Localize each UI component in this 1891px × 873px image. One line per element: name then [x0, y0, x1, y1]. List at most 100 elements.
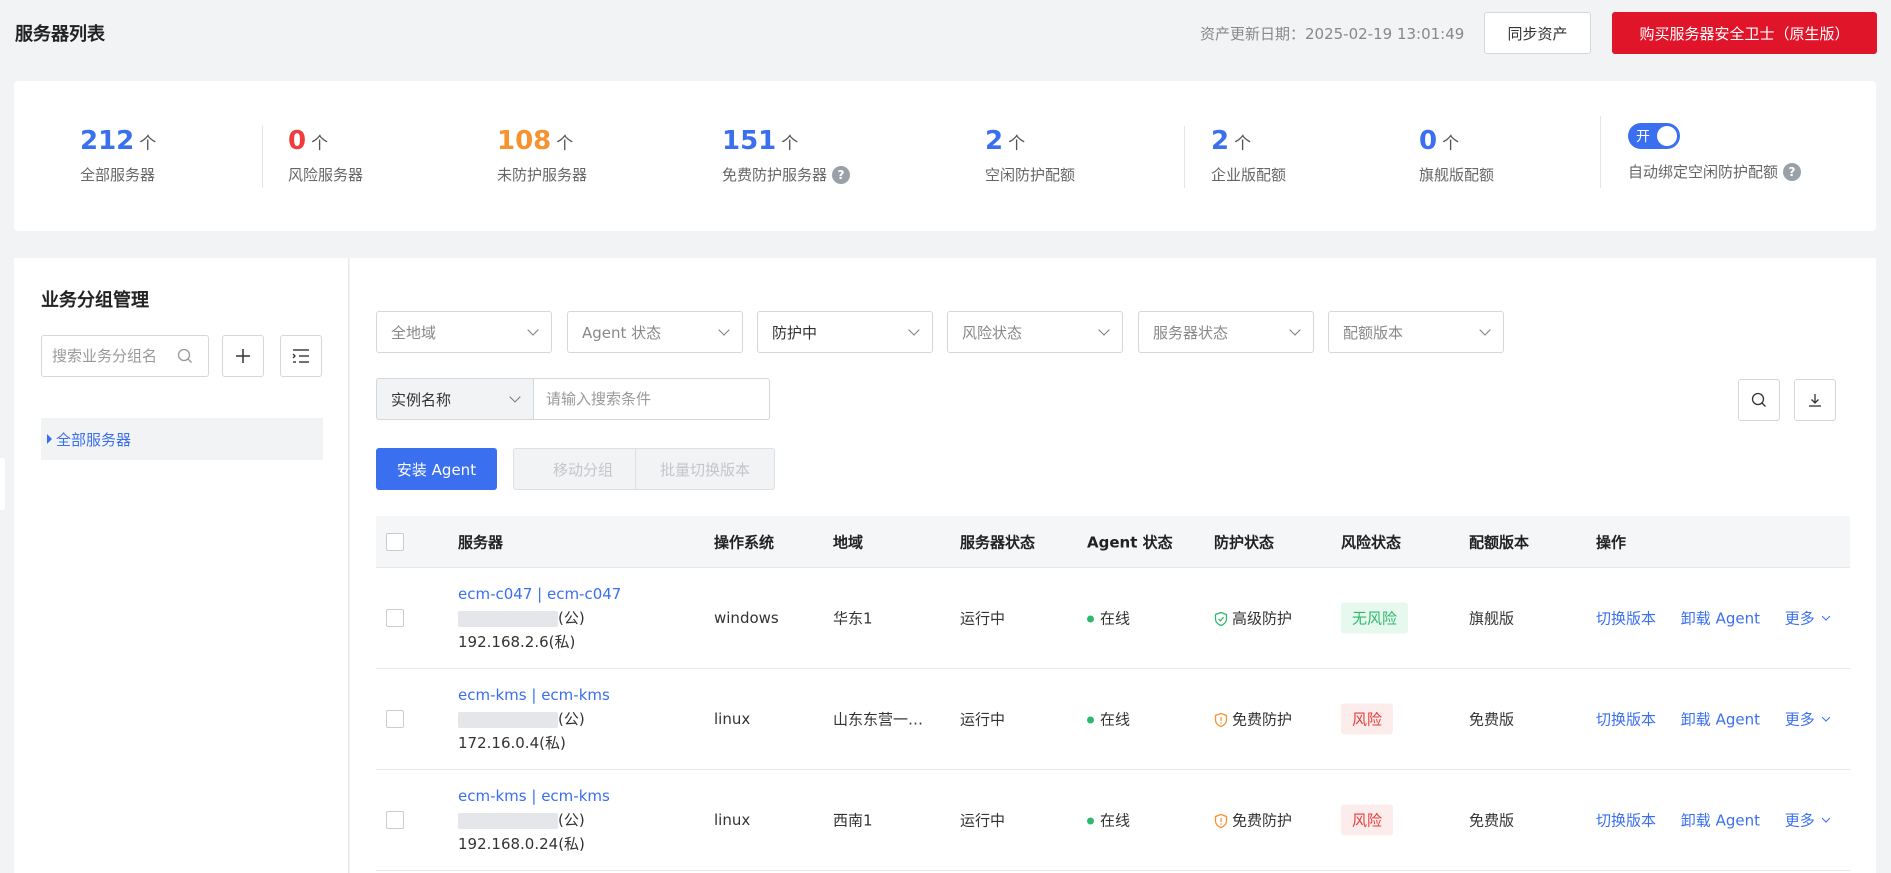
stat-flagship-quota[interactable]: 0个 旗舰版配额 — [1419, 126, 1494, 185]
stat-unit: 个 — [1008, 134, 1026, 154]
stat-risk-servers[interactable]: 0个 风险服务器 — [288, 126, 363, 185]
region-select[interactable]: 全地域 — [376, 311, 552, 353]
agent-status-cell: 在线 — [1087, 709, 1130, 730]
tree-item-all-servers[interactable]: 全部服务器 — [41, 418, 323, 460]
region-cell: 山东东营一… — [833, 710, 924, 729]
risk-status-cell: 无风险 — [1341, 602, 1409, 634]
auto-bind-setting: 开 自动绑定空闲防护配额? — [1628, 123, 1802, 182]
column-header[interactable]: 操作系统 — [714, 531, 774, 552]
column-header[interactable]: 风险状态 — [1341, 531, 1401, 552]
column-header[interactable]: 地域 — [833, 531, 863, 552]
more-label: 更多 — [1784, 710, 1815, 729]
stat-idle-quota[interactable]: 2个 空闲防护配额 — [985, 126, 1075, 185]
stat-label-text: 免费防护服务器 — [722, 166, 828, 184]
chevron-down-icon — [1821, 611, 1831, 621]
column-header[interactable]: 配额版本 — [1469, 531, 1529, 552]
protection-status-cell: 免费防护 — [1214, 709, 1292, 730]
public-ip: (公) — [458, 808, 610, 832]
shield-warning-icon — [1214, 813, 1228, 829]
batch-switch-version-button[interactable]: 批量切换版本 — [635, 448, 775, 490]
server-name-link[interactable]: ecm-kms | ecm-kms — [458, 784, 610, 808]
risk-status-select[interactable]: 风险状态 — [947, 311, 1123, 353]
uninstall-agent-link[interactable]: 卸载 Agent — [1681, 610, 1760, 628]
move-group-button[interactable]: 移动分组 — [513, 448, 653, 490]
column-header: 操作 — [1596, 533, 1627, 551]
column-header[interactable]: Agent 状态 — [1087, 531, 1173, 552]
search-field-select[interactable]: 实例名称 — [376, 378, 534, 420]
risk-badge: 风险 — [1341, 703, 1394, 735]
protection-status-select[interactable]: 防护中 — [757, 311, 933, 353]
stat-unit: 个 — [311, 134, 329, 154]
select-value: 全地域 — [391, 323, 437, 342]
quota-version-cell: 免费版 — [1469, 811, 1515, 830]
page-title: 服务器列表 — [15, 24, 105, 45]
more-label: 更多 — [1784, 609, 1815, 628]
switch-version-link[interactable]: 切换版本 — [1596, 711, 1656, 729]
operations-cell: 切换版本 卸载 Agent 更多 — [1596, 810, 1831, 831]
stat-free-protection-servers[interactable]: 151 个 免费防护服务器? — [722, 126, 851, 185]
stat-unit: 个 — [556, 134, 574, 154]
chevron-down-icon — [718, 323, 730, 336]
switch-version-link[interactable]: 切换版本 — [1596, 812, 1656, 830]
uninstall-agent-link[interactable]: 卸载 Agent — [1681, 711, 1760, 729]
stat-all-servers[interactable]: 212 个 全部服务器 — [80, 126, 156, 185]
os-cell: linux — [714, 710, 751, 728]
search-button[interactable] — [1738, 379, 1780, 421]
switch-version-link[interactable]: 切换版本 — [1596, 610, 1656, 628]
stat-enterprise-quota[interactable]: 2个 企业版配额 — [1211, 126, 1286, 185]
add-group-button[interactable] — [222, 335, 264, 377]
server-cell: ecm-kms | ecm-kms (公) 172.16.0.4(私) — [458, 683, 610, 755]
help-icon[interactable]: ? — [1783, 162, 1802, 181]
install-agent-button[interactable]: 安装 Agent — [376, 448, 497, 490]
server-status-select[interactable]: 服务器状态 — [1138, 311, 1314, 353]
chevron-down-icon — [1479, 323, 1491, 336]
toggle-label: 开 — [1636, 129, 1650, 145]
server-name-link[interactable]: ecm-c047 | ecm-c047 — [458, 582, 621, 606]
table-row: ecm-kms | ecm-kms (公) 192.168.0.24(私) li… — [376, 770, 1850, 871]
select-all-checkbox[interactable] — [386, 532, 404, 551]
auto-bind-toggle[interactable]: 开 — [1628, 123, 1680, 149]
masked-ip — [458, 812, 558, 829]
stat-value: 108 — [497, 126, 552, 156]
table-row: ecm-c047 | ecm-c047 (公) 192.168.2.6(私) w… — [376, 568, 1850, 669]
row-checkbox[interactable] — [386, 609, 404, 627]
instance-search-input[interactable] — [534, 378, 770, 420]
plus-icon — [236, 349, 250, 363]
public-suffix: (公) — [558, 811, 585, 829]
column-header[interactable]: 防护状态 — [1214, 531, 1274, 552]
private-ip: 192.168.0.24(私) — [458, 835, 585, 853]
column-header[interactable]: 服务器状态 — [960, 531, 1035, 552]
stat-value: 0 — [1419, 126, 1438, 156]
row-checkbox[interactable] — [386, 710, 404, 728]
more-dropdown[interactable]: 更多 — [1784, 608, 1831, 629]
collapse-handle[interactable] — [0, 458, 5, 510]
export-button[interactable] — [1794, 379, 1836, 421]
row-checkbox[interactable] — [386, 811, 404, 829]
agent-status-cell: 在线 — [1087, 810, 1130, 831]
online-dot-icon — [1087, 817, 1094, 825]
tree-item-label: 全部服务器 — [56, 430, 132, 449]
quota-version-select[interactable]: 配额版本 — [1328, 311, 1504, 353]
column-header[interactable]: 服务器 — [458, 531, 503, 552]
protection-text: 免费防护 — [1232, 710, 1293, 729]
protection-status-cell: 免费防护 — [1214, 810, 1292, 831]
agent-status-select[interactable]: Agent 状态 — [567, 311, 743, 353]
buy-security-button[interactable]: 购买服务器安全卫士（原生版） — [1612, 12, 1877, 54]
server-name-link[interactable]: ecm-kms | ecm-kms — [458, 683, 610, 707]
group-search-input[interactable] — [52, 347, 177, 365]
more-dropdown[interactable]: 更多 — [1784, 709, 1831, 730]
stat-value: 2 — [985, 126, 1004, 156]
sort-group-button[interactable] — [280, 335, 322, 377]
select-value: Agent 状态 — [582, 323, 662, 342]
stat-unprotected-servers[interactable]: 108 个 未防护服务器 — [497, 126, 587, 185]
search-icon[interactable] — [177, 348, 193, 364]
toggle-knob — [1657, 126, 1677, 146]
masked-ip — [458, 711, 558, 728]
risk-badge: 无风险 — [1341, 602, 1409, 634]
sync-assets-button[interactable]: 同步资产 — [1484, 12, 1591, 54]
masked-ip — [458, 610, 558, 627]
more-dropdown[interactable]: 更多 — [1785, 810, 1831, 831]
uninstall-agent-link[interactable]: 卸载 Agent — [1681, 812, 1760, 830]
chevron-down-icon — [527, 323, 539, 336]
help-icon[interactable]: ? — [832, 165, 851, 184]
